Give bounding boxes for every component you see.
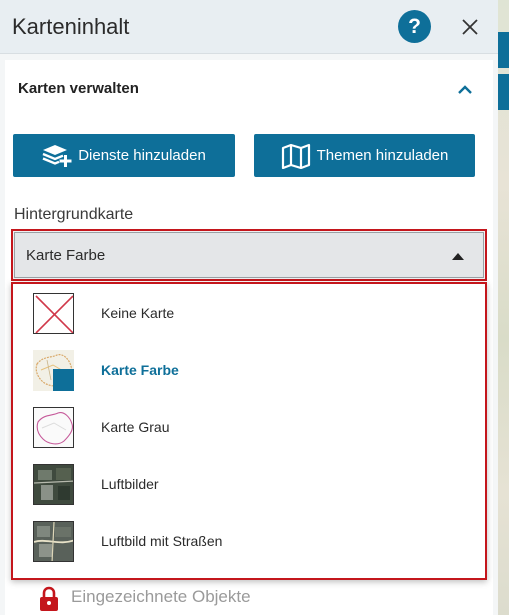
basemap-option-aerial-streets[interactable]: Luftbild mit Straßen (13, 513, 485, 570)
option-label: Luftbilder (101, 476, 159, 492)
basemap-selected-value: Karte Farbe (26, 247, 106, 264)
option-label: Keine Karte (101, 305, 175, 321)
map-icon (281, 143, 310, 169)
gray-map-thumbnail (33, 407, 74, 448)
section-title: Karten verwalten (18, 80, 139, 97)
basemap-option-gray[interactable]: Karte Grau (13, 399, 485, 456)
chevron-up-icon (458, 85, 472, 94)
help-button[interactable]: ? (398, 10, 431, 43)
close-button[interactable] (454, 12, 486, 42)
manage-maps-section: Karten verwalten Dienste hinzuladen Them… (5, 60, 493, 615)
basemap-dropdown: Keine Karte Karte Farbe Karte Grau Luftb… (11, 282, 487, 580)
map-tool-button[interactable] (498, 32, 509, 68)
locked-layer-row: Eingezeichnete Objekte (5, 578, 493, 615)
layers-plus-icon (42, 144, 72, 167)
no-map-icon (33, 293, 74, 334)
basemap-select-box: Karte Farbe (14, 232, 484, 278)
locked-layer-label: Eingezeichnete Objekte (71, 587, 251, 606)
add-topics-label: Themen hinzuladen (316, 147, 449, 164)
basemap-option-aerial[interactable]: Luftbilder (13, 456, 485, 513)
aerial-thumbnail (33, 464, 74, 505)
map-content-panel: Karteninhalt ? Karten verwalten Dienste … (0, 0, 498, 615)
add-topics-button[interactable]: Themen hinzuladen (254, 134, 475, 177)
panel-header: Karteninhalt ? (0, 0, 498, 54)
basemap-select[interactable]: Karte Farbe (11, 229, 487, 281)
add-services-button[interactable]: Dienste hinzuladen (13, 134, 235, 177)
option-label: Karte Farbe (101, 362, 179, 378)
basemap-option-none[interactable]: Keine Karte (13, 285, 485, 342)
aerial-streets-thumbnail (33, 521, 74, 562)
caret-up-icon (452, 253, 464, 260)
option-label: Karte Grau (101, 419, 170, 435)
collapse-toggle[interactable] (453, 78, 477, 102)
add-services-label: Dienste hinzuladen (78, 147, 206, 164)
panel-title: Karteninhalt (12, 14, 130, 39)
close-icon (462, 19, 478, 35)
lock-icon (40, 586, 58, 611)
basemap-label: Hintergrundkarte (14, 206, 134, 223)
color-map-thumbnail (33, 350, 74, 391)
map-tool-button[interactable] (498, 74, 509, 110)
basemap-option-color[interactable]: Karte Farbe (13, 342, 485, 399)
map-background (498, 0, 509, 615)
question-icon: ? (408, 15, 421, 38)
option-label: Luftbild mit Straßen (101, 533, 223, 549)
